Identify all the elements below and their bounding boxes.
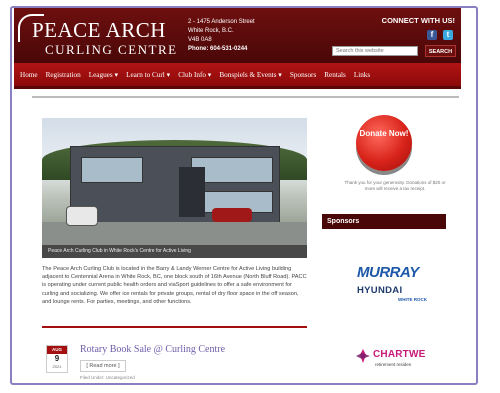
content-divider [32,96,459,98]
post-title-link[interactable]: Rotary Book Sale @ Curling Centre [80,344,225,355]
murray-logo[interactable]: MURRAY [357,264,419,281]
nav-item-club-info[interactable]: Club Info ▾ [178,70,211,79]
search-input[interactable]: Search this website [332,46,418,56]
phone-number: Phone: 604-531-0244 [188,46,248,52]
address-block: 2 - 1475 Anderson Street White Rock, B.C… [188,18,255,54]
hyundai-logo[interactable]: HYUNDAI [357,285,402,296]
intro-text: The Peace Arch Curling Club is located i… [42,266,307,305]
sponsor-location: WHITE ROCK [398,297,427,302]
logo-subtitle[interactable]: CURLING CENTRE [45,42,178,58]
sponsors-heading: Sponsors [322,214,446,229]
nav-item-registration[interactable]: Registration [46,71,81,79]
chartwell-logo[interactable]: CHARTWE [373,349,426,360]
chartwell-subtitle: retirement residen [375,362,412,367]
post-date-badge: AUG 9 2021 [46,345,68,373]
facebook-icon[interactable]: f [427,30,437,40]
post-month: AUG [47,346,67,354]
twitter-icon[interactable]: t [443,30,453,40]
photo-caption: Peace Arch Curling Club in White Rock's … [42,245,307,258]
site-header: PEACE ARCH CURLING CENTRE 2 - 1475 Ander… [14,8,461,63]
nav-item-bonspiels-events[interactable]: Bonspiels & Events ▾ [219,70,282,79]
donate-note: Thank you for your generosity. Donations… [344,180,446,191]
address-line: V4B 0A8 [188,37,212,43]
filed-under: Filed Under: Uncategorized [80,375,135,380]
donate-now-button[interactable]: Donate Now! [356,115,412,171]
nav-item-links[interactable]: Links [354,71,370,79]
address-line: White Rock, B.C. [188,28,234,34]
chartwell-logo-icon[interactable] [356,349,370,363]
nav-item-sponsors[interactable]: Sponsors [290,71,316,79]
address-line: 2 - 1475 Anderson Street [188,19,255,25]
nav-item-rentals[interactable]: Rentals [324,71,346,79]
logo-title[interactable]: PEACE ARCH [32,18,166,43]
post-year: 2021 [52,364,62,369]
car [212,208,252,222]
nav-item-learn-to-curl[interactable]: Learn to Curl ▾ [126,70,170,79]
donate-label: Donate Now! [359,129,409,138]
car [66,206,98,226]
section-divider [42,326,307,328]
read-more-button[interactable]: [ Read more ] [80,360,126,372]
post-day: 9 [54,354,60,363]
nav-item-home[interactable]: Home [20,71,38,79]
search-button[interactable]: SEARCH [425,45,456,57]
nav-item-leagues[interactable]: Leagues ▾ [89,70,118,79]
main-nav: Home Registration Leagues ▾ Learn to Cur… [14,63,461,89]
club-photo [42,118,307,258]
connect-label: CONNECT WITH US! [381,16,455,25]
